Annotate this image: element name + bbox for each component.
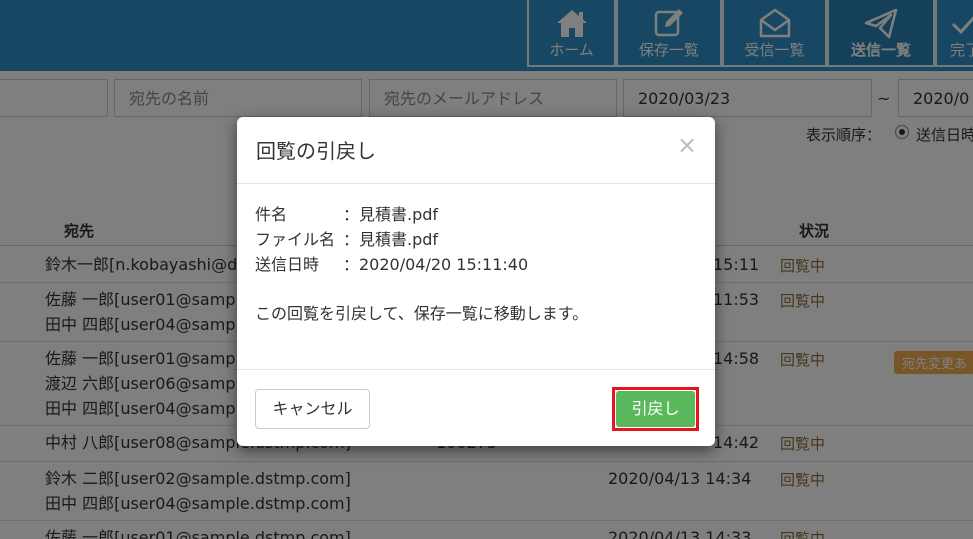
sent-datetime-line: 送信日時 ：2020/04/20 15:11:40: [255, 252, 528, 277]
close-icon[interactable]: ×: [677, 131, 697, 159]
recall-dialog: 回覧の引戻し × 件名 ：見積書.pdf ファイル名 ：見積書.pdf 送信日時 ：2…: [237, 117, 715, 446]
dialog-title: 回覧の引戻し: [256, 139, 376, 163]
subject-line: 件名 ：見積書.pdf: [255, 202, 438, 227]
subject-key: 件名: [255, 205, 288, 224]
filename-value: ：見積書.pdf: [343, 230, 439, 249]
dialog-header-divider: [237, 183, 715, 184]
recall-confirm-button[interactable]: 引戻し: [616, 391, 695, 427]
sent-datetime-key: 送信日時: [255, 255, 320, 274]
dialog-message: この回覧を引戻して、保存一覧に移動します。: [255, 304, 589, 323]
sent-datetime-value: ：2020/04/20 15:11:40: [343, 255, 529, 274]
dialog-footer-divider: [237, 369, 715, 370]
filename-key: ファイル名: [255, 230, 336, 249]
cancel-button[interactable]: キャンセル: [255, 389, 370, 429]
subject-value: ：見積書.pdf: [343, 205, 439, 224]
filename-line: ファイル名 ：見積書.pdf: [255, 227, 438, 252]
confirm-highlight-frame: 引戻し: [612, 387, 699, 431]
